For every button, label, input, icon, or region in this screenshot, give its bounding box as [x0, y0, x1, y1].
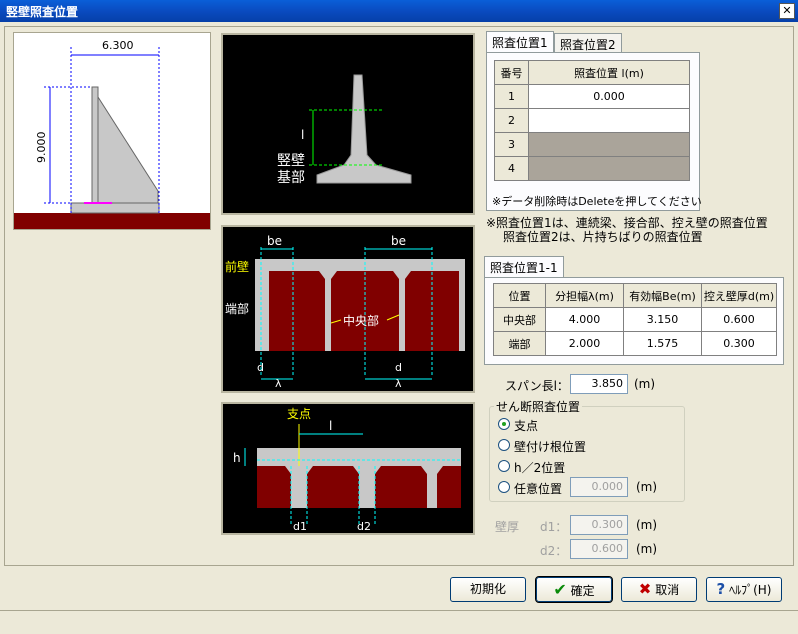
be-right-label: be [391, 234, 406, 248]
help-button[interactable]: ? ﾍﾙﾌﾟ(H) [706, 577, 782, 602]
cancel-button[interactable]: ✖ 取消 [621, 577, 697, 602]
check-icon: ✔ [553, 580, 567, 599]
buttress-thickness-cell[interactable]: 0.600 [701, 307, 777, 332]
effective-width-cell[interactable]: 3.150 [623, 307, 702, 332]
check-position-table: 番号 照査位置 l(m) 1 0.000 2 3 4 [494, 60, 690, 181]
d1-label: d1 [293, 520, 307, 533]
radio-arbitrary[interactable] [498, 481, 510, 493]
center-label: 中央部 [343, 313, 379, 328]
col-header-effective-width: 有効幅Be(m) [623, 283, 702, 308]
d2-field-label: d2： [540, 544, 568, 558]
radio-half-h-label[interactable]: h／2位置 [514, 459, 565, 476]
cancel-label: 取消 [655, 583, 680, 597]
ground [14, 213, 210, 229]
buttress-thickness-cell[interactable]: 0.300 [701, 331, 777, 356]
row-number: 4 [494, 156, 529, 181]
effective-width-cell[interactable]: 1.575 [623, 331, 702, 356]
position-cell [528, 132, 690, 157]
radio-support[interactable] [498, 418, 510, 430]
position-cell[interactable] [528, 108, 690, 133]
span-input[interactable]: 3.850 [570, 374, 628, 394]
position-cell[interactable]: 0.000 [528, 84, 690, 109]
x-icon: ✖ [638, 580, 652, 598]
d1-input: 0.300 [570, 515, 628, 535]
width-dimension: 6.300 [102, 39, 134, 52]
row-number: 1 [494, 84, 529, 109]
col-header-location: 位置 [493, 283, 546, 308]
wall-elevation-panel: 6.300 9.000 [13, 32, 211, 230]
position-cell [528, 156, 690, 181]
tab-check-position-1-1[interactable]: 照査位置1-1 [484, 256, 564, 278]
edge-label: 端部 [225, 301, 249, 316]
col-header-number: 番号 [494, 60, 529, 85]
tab-check-position-2[interactable]: 照査位置2 [554, 33, 622, 53]
plan-view-drawing: be be 前壁 端部 中央部 d λ d λ [225, 234, 465, 390]
h-label: h [233, 451, 241, 465]
diagram1-l-label: l [301, 128, 304, 142]
status-bar [0, 610, 798, 634]
front-wall-label: 前壁 [225, 259, 249, 274]
width-table: 位置 分担幅λ(m) 有効幅Be(m) 控え壁厚d(m) 中央部 4.000 3… [493, 283, 777, 356]
title-bar: 竪壁照査位置 ✕ [0, 0, 798, 22]
col-header-position: 照査位置 l(m) [528, 60, 690, 85]
share-width-cell[interactable]: 2.000 [545, 331, 624, 356]
arbitrary-unit: (m) [636, 480, 658, 494]
row-label-center: 中央部 [493, 307, 546, 332]
d2-input: 0.600 [570, 539, 628, 559]
arbitrary-position-input: 0.000 [570, 477, 628, 497]
wall-section-drawing: l 竪壁 基部 [277, 74, 412, 186]
d-right-label: d [395, 361, 402, 374]
help-label: ﾍﾙﾌﾟ(H) [729, 583, 772, 597]
span-unit: (m) [634, 377, 656, 391]
lambda-right-label: λ [395, 377, 402, 390]
be-left-label: be [267, 234, 282, 248]
ok-button[interactable]: ✔ 確定 [535, 576, 613, 603]
wall-thickness-label: 壁厚 [495, 520, 520, 534]
delete-note: ※データ削除時はDeleteを押してください [492, 195, 702, 208]
radio-arbitrary-label[interactable]: 任意位置 [514, 480, 562, 497]
d2-label: d2 [357, 520, 371, 533]
wall-elevation-drawing: 6.300 9.000 [14, 39, 210, 229]
row-label-edge: 端部 [493, 331, 546, 356]
row-number: 2 [494, 108, 529, 133]
radio-wall-root-label[interactable]: 壁付け根位置 [514, 438, 586, 455]
section-drawing: 支点 l h d1 d2 [233, 407, 461, 533]
question-icon: ? [716, 580, 726, 598]
position-note-2: 照査位置2は、片持ちばりの照査位置 [503, 230, 703, 244]
wall-label: 竪壁 [277, 153, 305, 169]
close-button[interactable]: ✕ [779, 3, 795, 19]
radio-support-label[interactable]: 支点 [514, 417, 538, 434]
support-label: 支点 [287, 407, 311, 421]
shear-group-title: せん断照査位置 [494, 398, 583, 415]
height-dimension: 9.000 [35, 132, 48, 164]
radio-half-h[interactable] [498, 460, 510, 472]
lambda-left-label: λ [275, 377, 282, 390]
col-header-share-width: 分担幅λ(m) [545, 283, 624, 308]
diagram3-l-label: l [329, 419, 332, 433]
row-number: 3 [494, 132, 529, 157]
section-diagram: 支点 l h d1 d2 [221, 402, 475, 535]
initialize-button[interactable]: 初期化 [450, 577, 526, 602]
share-width-cell[interactable]: 4.000 [545, 307, 624, 332]
ok-label: 確定 [570, 584, 595, 598]
d1-field-label: d1： [540, 520, 568, 534]
d2-unit: (m) [636, 542, 658, 556]
d-left-label: d [257, 361, 264, 374]
window-title: 竪壁照査位置 [6, 5, 79, 19]
base-label: 基部 [277, 169, 305, 186]
tab-check-position-1[interactable]: 照査位置1 [486, 31, 554, 53]
col-header-buttress-thickness: 控え壁厚d(m) [701, 283, 777, 308]
plan-view-diagram: be be 前壁 端部 中央部 d λ d λ [221, 225, 475, 393]
wall-section-diagram: l 竪壁 基部 [221, 33, 475, 215]
span-label: スパン長l： [505, 379, 569, 393]
d1-unit: (m) [636, 518, 658, 532]
radio-wall-root[interactable] [498, 439, 510, 451]
